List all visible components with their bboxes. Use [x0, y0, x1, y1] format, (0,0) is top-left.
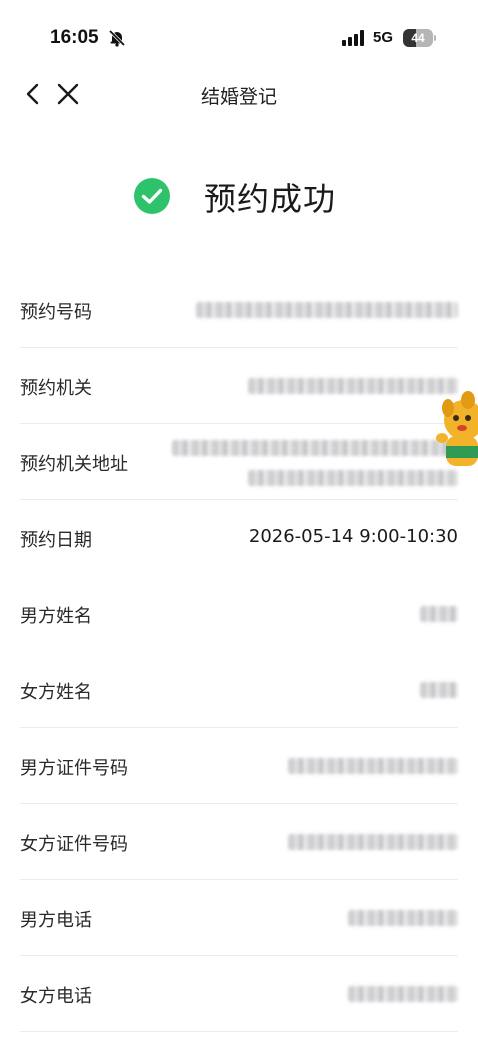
list-item: 预约机关地址	[20, 424, 458, 500]
list-item: 男方姓名	[20, 576, 458, 652]
redacted-value	[348, 986, 458, 1002]
redacted-value	[172, 440, 458, 456]
success-title: 预约成功	[204, 180, 337, 218]
redacted-value	[248, 378, 458, 394]
redacted-value	[288, 834, 458, 850]
status-time: 16:05	[50, 27, 99, 48]
appointment-details: 预约号码 预约机关 预约机关地址 预约日期 2026-05-14 9:00-10…	[20, 272, 458, 1032]
field-label: 预约机关	[20, 378, 92, 399]
battery-icon: 44	[403, 29, 433, 47]
field-label: 女方姓名	[20, 682, 92, 703]
list-item: 预约号码	[20, 272, 458, 348]
field-label: 预约日期	[20, 530, 92, 551]
field-label: 女方证件号码	[20, 834, 128, 855]
battery-level: 44	[411, 31, 425, 45]
list-item: 预约日期 2026-05-14 9:00-10:30	[20, 500, 458, 576]
field-label: 男方证件号码	[20, 758, 128, 779]
list-item: 预约机关	[20, 348, 458, 424]
field-label: 男方姓名	[20, 606, 92, 627]
status-bar: 16:05 5G 44	[0, 0, 478, 76]
field-label: 预约机关地址	[20, 454, 128, 475]
redacted-value	[420, 606, 458, 622]
battery-cap	[434, 35, 436, 41]
signal-icon	[342, 30, 364, 46]
redacted-value	[196, 302, 458, 318]
redacted-value	[420, 682, 458, 698]
redacted-value	[288, 758, 458, 774]
redacted-value	[248, 470, 458, 486]
success-header: 预约成功	[0, 170, 478, 226]
list-item: 女方姓名	[20, 652, 458, 728]
field-label: 预约号码	[20, 302, 92, 323]
bell-off-icon	[108, 29, 126, 47]
redacted-value	[348, 910, 458, 926]
network-type: 5G	[373, 29, 394, 46]
check-circle-icon	[134, 178, 170, 214]
mascot-float-button[interactable]	[434, 388, 478, 474]
page-title: 结婚登记	[200, 86, 277, 108]
list-item: 男方证件号码	[20, 728, 458, 804]
list-item: 女方电话	[20, 956, 458, 1032]
list-item: 男方电话	[20, 880, 458, 956]
field-label: 女方电话	[20, 986, 92, 1007]
field-label: 男方电话	[20, 910, 92, 931]
list-item: 女方证件号码	[20, 804, 458, 880]
appointment-date: 2026-05-14 9:00-10:30	[248, 526, 458, 547]
nav-bar: 结婚登记	[0, 76, 478, 112]
